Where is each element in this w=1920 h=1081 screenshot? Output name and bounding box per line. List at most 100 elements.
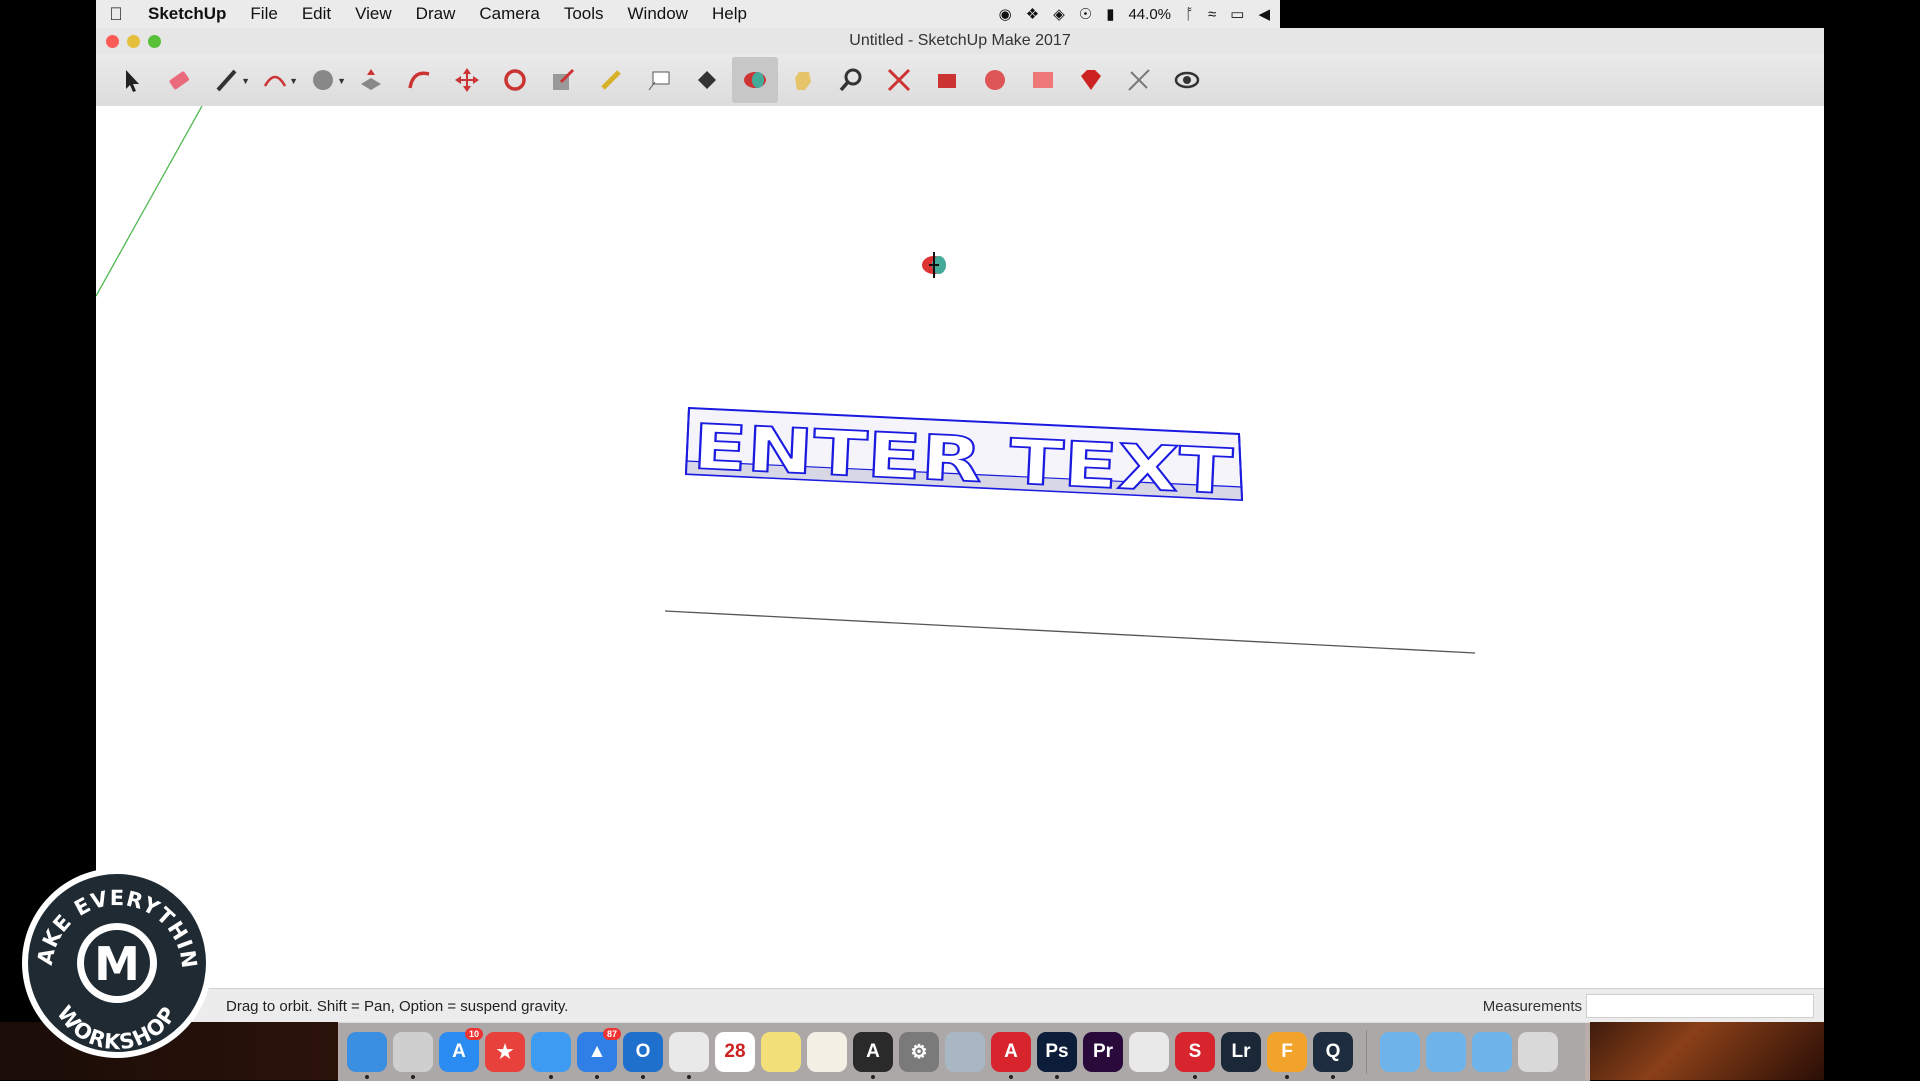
fusion-360-icon[interactable]: F (1267, 1032, 1307, 1079)
extension-warehouse-tool-button[interactable] (972, 57, 1018, 103)
menu-app-name[interactable]: SketchUp (136, 4, 238, 24)
finder-icon[interactable] (347, 1032, 387, 1079)
pan-tool-button[interactable] (780, 57, 826, 103)
paint-bucket-tool-button[interactable] (684, 57, 730, 103)
autocad-icon[interactable]: A (991, 1032, 1031, 1079)
image-capture-icon[interactable] (945, 1032, 985, 1072)
running-indicator (1193, 1075, 1197, 1079)
acrobat-icon[interactable]: A (853, 1032, 893, 1079)
zoom-extents-tool-button[interactable] (876, 57, 922, 103)
orbit-icon (744, 72, 766, 88)
zoom-window-button[interactable] (148, 34, 161, 48)
arc-tool-button[interactable]: ▼ (252, 57, 298, 103)
menu-tools[interactable]: Tools (552, 4, 616, 24)
iphone-icon[interactable] (393, 1032, 433, 1079)
system-preferences-icon[interactable]: ⚙ (899, 1032, 939, 1072)
dock-separator (1366, 1030, 1367, 1074)
running-indicator (1331, 1075, 1335, 1079)
ruby-tool-button[interactable] (1068, 57, 1114, 103)
shapes-tool-button[interactable]: ▼ (300, 57, 346, 103)
volume-icon[interactable]: ◀ (1258, 5, 1270, 23)
minimize-window-button[interactable] (127, 34, 140, 48)
menu-view[interactable]: View (343, 4, 404, 24)
menu-help[interactable]: Help (700, 4, 759, 24)
sandbox-tool-button[interactable] (1116, 57, 1162, 103)
layout-tool-button[interactable] (1020, 57, 1066, 103)
battery-percent[interactable]: 44.0% (1128, 6, 1171, 23)
applications-folder-icon[interactable] (1380, 1032, 1420, 1072)
premiere-icon[interactable]: Pr (1083, 1032, 1123, 1072)
flame-icon[interactable]: ◈ (1053, 5, 1065, 23)
3d-text-model[interactable]: ENTER TEXT (684, 406, 1244, 509)
downloads-folder-icon[interactable] (1472, 1032, 1512, 1072)
warehouse-tool-button[interactable] (924, 57, 970, 103)
eraser-tool-button[interactable] (156, 57, 202, 103)
drawing-canvas[interactable]: ENTER TEXT (96, 106, 1824, 988)
lightroom-icon[interactable]: Lr (1221, 1032, 1261, 1072)
orbit-tool-button[interactable] (732, 57, 778, 103)
push-pull-tool-button[interactable] (348, 57, 394, 103)
stickies-icon[interactable] (761, 1032, 801, 1072)
safari-icon[interactable] (531, 1032, 571, 1079)
chevron-down-icon[interactable]: ▼ (337, 76, 346, 86)
chrome-icon[interactable] (669, 1032, 709, 1079)
quicktime-icon[interactable]: Q (1313, 1032, 1353, 1079)
rotate-icon (504, 69, 526, 91)
photoshop-icon[interactable]: Ps (1037, 1032, 1077, 1079)
reeder-icon[interactable]: ★ (485, 1032, 525, 1072)
select-tool-button[interactable] (108, 57, 154, 103)
running-indicator (687, 1075, 691, 1079)
tape-measure-tool-button[interactable] (588, 57, 634, 103)
close-window-button[interactable] (106, 34, 119, 48)
zoom-extents-icon (887, 68, 911, 92)
documents-folder-icon[interactable] (1426, 1032, 1466, 1072)
move-tool-button[interactable] (444, 57, 490, 103)
trash-icon[interactable] (1518, 1032, 1558, 1072)
pencil-tool-button[interactable]: ▼ (204, 57, 250, 103)
menu-edit[interactable]: Edit (290, 4, 343, 24)
dropbox-icon[interactable]: ❖ (1026, 5, 1039, 23)
pan-icon (795, 72, 811, 90)
scale-tool-button[interactable] (540, 57, 586, 103)
orbit-cursor-icon (922, 252, 946, 278)
creative-cloud-icon[interactable]: ☉ (1079, 5, 1092, 23)
apple-menu-icon[interactable]:  (96, 4, 136, 25)
text-tool-button[interactable] (636, 57, 682, 103)
menu-camera[interactable]: Camera (467, 4, 551, 24)
arc-icon (263, 75, 287, 87)
airplay-icon[interactable]: ▭ (1230, 5, 1244, 23)
battery-icon[interactable]: ▮ (1106, 5, 1114, 23)
menu-bar:  SketchUp File Edit View Draw Camera To… (96, 0, 1280, 28)
menu-file[interactable]: File (238, 4, 289, 24)
follow-me-icon (408, 71, 430, 89)
app-store-icon[interactable]: A 10 (439, 1028, 483, 1072)
bluetooth-icon[interactable]: ᚩ (1185, 6, 1194, 23)
record-icon[interactable]: ◉ (999, 5, 1012, 23)
menu-window[interactable]: Window (616, 4, 700, 24)
menu-draw[interactable]: Draw (404, 4, 468, 24)
spark-icon[interactable]: ▲ 87 (577, 1028, 621, 1079)
3d-text-label: ENTER TEXT (691, 410, 1234, 508)
preview-icon[interactable] (807, 1032, 847, 1072)
follow-me-tool-button[interactable] (396, 57, 442, 103)
move-icon (455, 68, 479, 92)
eraser-icon (169, 71, 190, 90)
rotate-tool-button[interactable] (492, 57, 538, 103)
chevron-down-icon[interactable]: ▼ (241, 76, 250, 86)
layout-icon (1033, 72, 1053, 88)
chevron-down-icon[interactable]: ▼ (289, 76, 298, 86)
outlook-icon[interactable]: O (623, 1032, 663, 1079)
look-around-tool-button[interactable] (1164, 57, 1210, 103)
extension-warehouse-icon (985, 70, 1005, 90)
sketchup-icon[interactable]: S (1175, 1032, 1215, 1079)
calendar-icon[interactable]: 28 (715, 1032, 755, 1072)
numbers-icon[interactable] (1129, 1032, 1169, 1072)
main-toolbar: ▼ ▼ ▼ (96, 54, 1824, 107)
text-icon (648, 71, 670, 91)
measurements-input[interactable] (1586, 994, 1814, 1018)
shapes-icon (313, 70, 333, 90)
wifi-icon[interactable]: ≈ (1208, 6, 1216, 23)
zoom-tool-button[interactable] (828, 57, 874, 103)
running-indicator (641, 1075, 645, 1079)
measurements-label: Measurements (1482, 997, 1582, 1015)
